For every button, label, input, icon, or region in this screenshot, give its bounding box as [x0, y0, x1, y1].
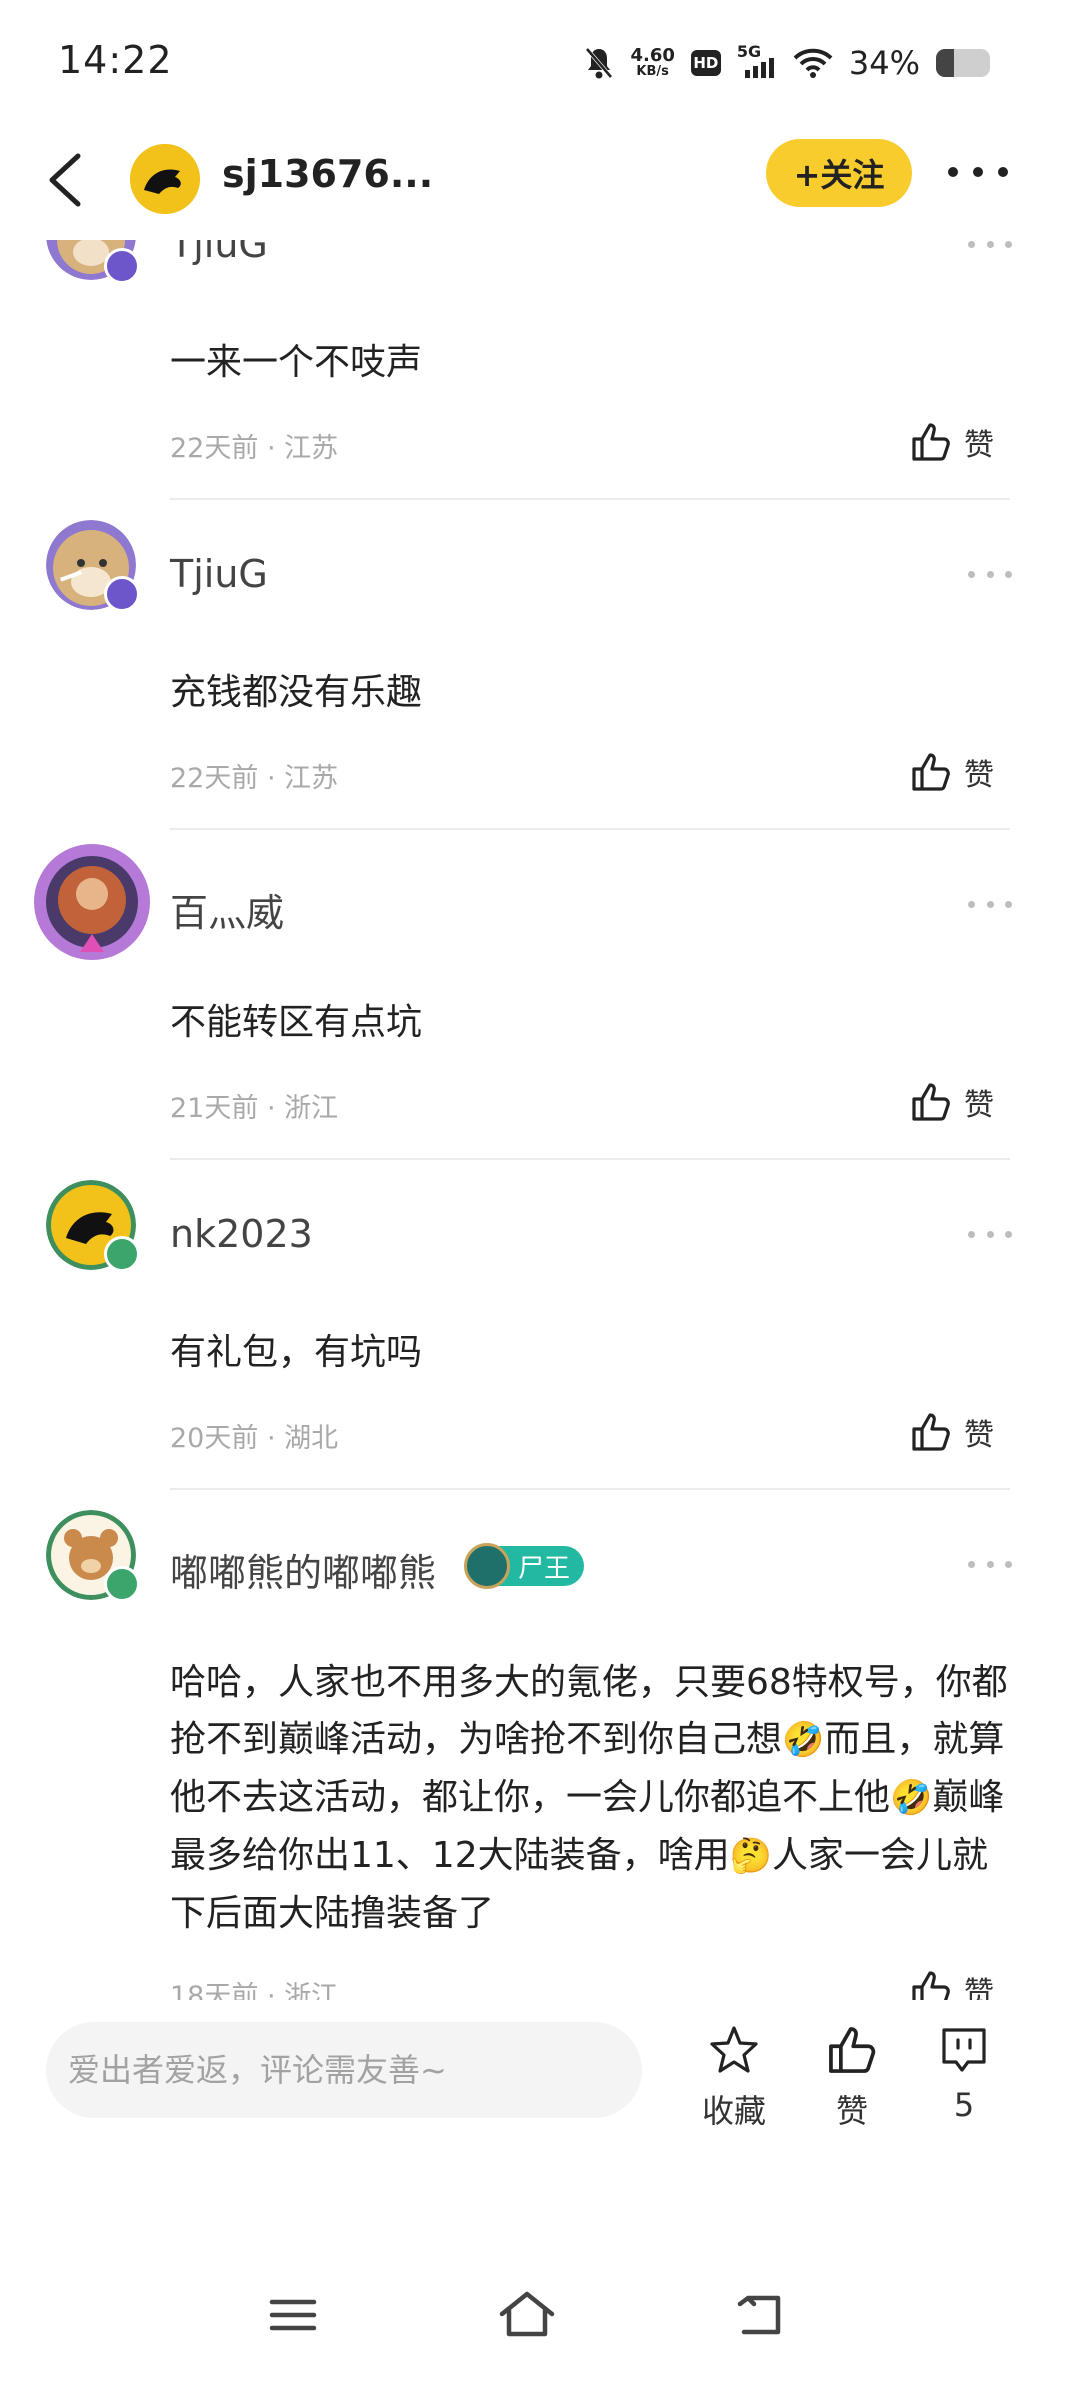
commenter-name[interactable]: TjiuG [170, 552, 268, 596]
title-tag-icon [464, 1543, 510, 1589]
avatar[interactable] [32, 842, 152, 962]
comment-bubble-icon [942, 2028, 986, 2072]
divider [170, 498, 1010, 500]
author-avatar[interactable] [130, 144, 200, 214]
more-options-icon[interactable] [948, 152, 1008, 192]
like-post-button[interactable]: 赞 [802, 2024, 902, 2132]
title-tag-badge: 尸王 [464, 1543, 584, 1589]
level-badge-icon [104, 576, 140, 612]
comment-text: 哈哈，人家也不用多大的氪佬，只要68特权号，你都抢不到巅峰活动，为啥抢不到你自己… [170, 1662, 1008, 1934]
author-name[interactable]: sj13676... [222, 152, 433, 196]
rofl-emoji-icon: 🤣 [890, 1778, 933, 1818]
rofl-emoji-icon: 🤣 [782, 1720, 825, 1760]
thinking-emoji-icon: 🤔 [729, 1836, 772, 1876]
level-badge-icon [104, 1236, 140, 1272]
like-button[interactable]: 赞 [910, 1410, 994, 1454]
like-button[interactable]: 赞 [910, 750, 994, 794]
home-icon[interactable] [492, 2280, 562, 2350]
divider [170, 1158, 1010, 1160]
commenter-name[interactable]: 百灬威 [170, 882, 284, 937]
comment-more-button[interactable] [968, 566, 1012, 582]
thumbs-up-icon [912, 1413, 950, 1451]
thumbs-up-icon [912, 753, 950, 791]
comment-input[interactable] [46, 2022, 642, 2118]
comment-text: 充钱都没有乐趣 [170, 672, 423, 713]
comment-meta: 21天前 · 浙江 [170, 1093, 339, 1124]
comment-count-button[interactable]: 5 [914, 2024, 1014, 2124]
comment-meta: 20天前 · 湖北 [170, 1423, 339, 1454]
divider [170, 1488, 1010, 1490]
comment-text: 不能转区有点坑 [170, 1002, 423, 1043]
comment-more-button[interactable] [968, 1556, 1012, 1572]
level-badge-icon [104, 1566, 140, 1602]
comment-meta: 22天前 · 江苏 [170, 763, 339, 794]
thumbs-up-icon [912, 1083, 950, 1121]
commenter-name[interactable]: nk2023 [170, 1212, 313, 1256]
comment-meta: 22天前 · 江苏 [170, 433, 339, 464]
comment-input-bar: 收藏 赞 5 [0, 2000, 1080, 2150]
comment-more-button[interactable] [968, 896, 1012, 912]
comment-more-button[interactable] [968, 1226, 1012, 1242]
like-button[interactable]: 赞 [910, 420, 994, 464]
star-icon [710, 2026, 758, 2073]
page-header: sj13676... +关注 [0, 120, 1080, 240]
menu-icon[interactable] [258, 2280, 328, 2350]
divider [170, 828, 1010, 830]
thumbs-up-icon [829, 2027, 876, 2073]
commenter-name[interactable]: 嘟嘟熊的嘟嘟熊 [170, 1542, 436, 1597]
favorite-button[interactable]: 收藏 [684, 2024, 784, 2132]
thumbs-up-icon [912, 423, 950, 461]
follow-button[interactable]: +关注 [766, 139, 912, 207]
like-button[interactable]: 赞 [910, 1080, 994, 1124]
back-nav-icon[interactable] [726, 2280, 796, 2350]
comment-text: 一来一个不吱声 [170, 342, 423, 383]
level-badge-icon [104, 248, 140, 284]
comment-text: 有礼包，有坑吗 [170, 1332, 423, 1373]
system-nav-bar [0, 2240, 1080, 2408]
back-arrow-icon[interactable] [42, 148, 92, 212]
